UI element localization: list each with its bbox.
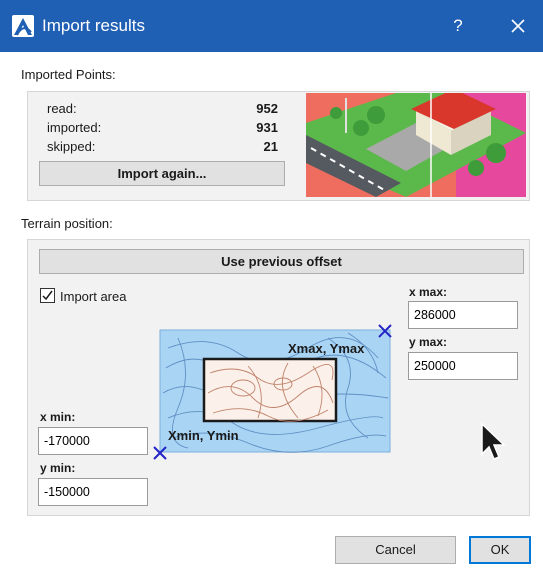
y-min-field[interactable] [38,478,148,506]
import-again-button[interactable]: Import again... [39,161,285,186]
title-bar: Import results ? [0,0,543,52]
y-max-label: y max: [409,335,448,349]
cancel-button[interactable]: Cancel [335,536,456,564]
skipped-label: skipped: [47,139,96,154]
terrain-map: Xmax, Ymax Xmin, Ymin [153,324,392,460]
y-min-label: y min: [40,461,76,475]
close-icon[interactable] [505,13,531,39]
skipped-value: 21 [263,139,278,154]
terrain-position-label: Terrain position: [21,216,113,231]
terrain-preview-image [306,93,526,197]
checkmark-icon [42,290,53,301]
x-min-field[interactable] [38,427,148,455]
imported-label: imported: [47,120,102,135]
use-previous-offset-button[interactable]: Use previous offset [39,249,524,274]
read-label: read: [47,101,77,116]
ok-button[interactable]: OK [469,536,531,564]
x-max-field[interactable] [408,301,518,329]
imported-value: 931 [256,120,278,135]
x-min-label: x min: [40,410,76,424]
import-area-label: Import area [60,289,127,304]
y-max-field[interactable] [408,352,518,380]
window-title: Import results [42,16,145,35]
imported-points-label: Imported Points: [21,67,116,82]
x-max-label: x max: [409,285,448,299]
help-button[interactable]: ? [446,13,470,39]
import-area-checkbox[interactable] [40,288,55,303]
map-max-corner-label: Xmax, Ymax [288,341,365,356]
read-value: 952 [256,101,278,116]
mouse-cursor-icon [481,422,506,460]
map-min-corner-label: Xmin, Ymin [168,428,239,443]
app-logo-icon [12,15,34,37]
